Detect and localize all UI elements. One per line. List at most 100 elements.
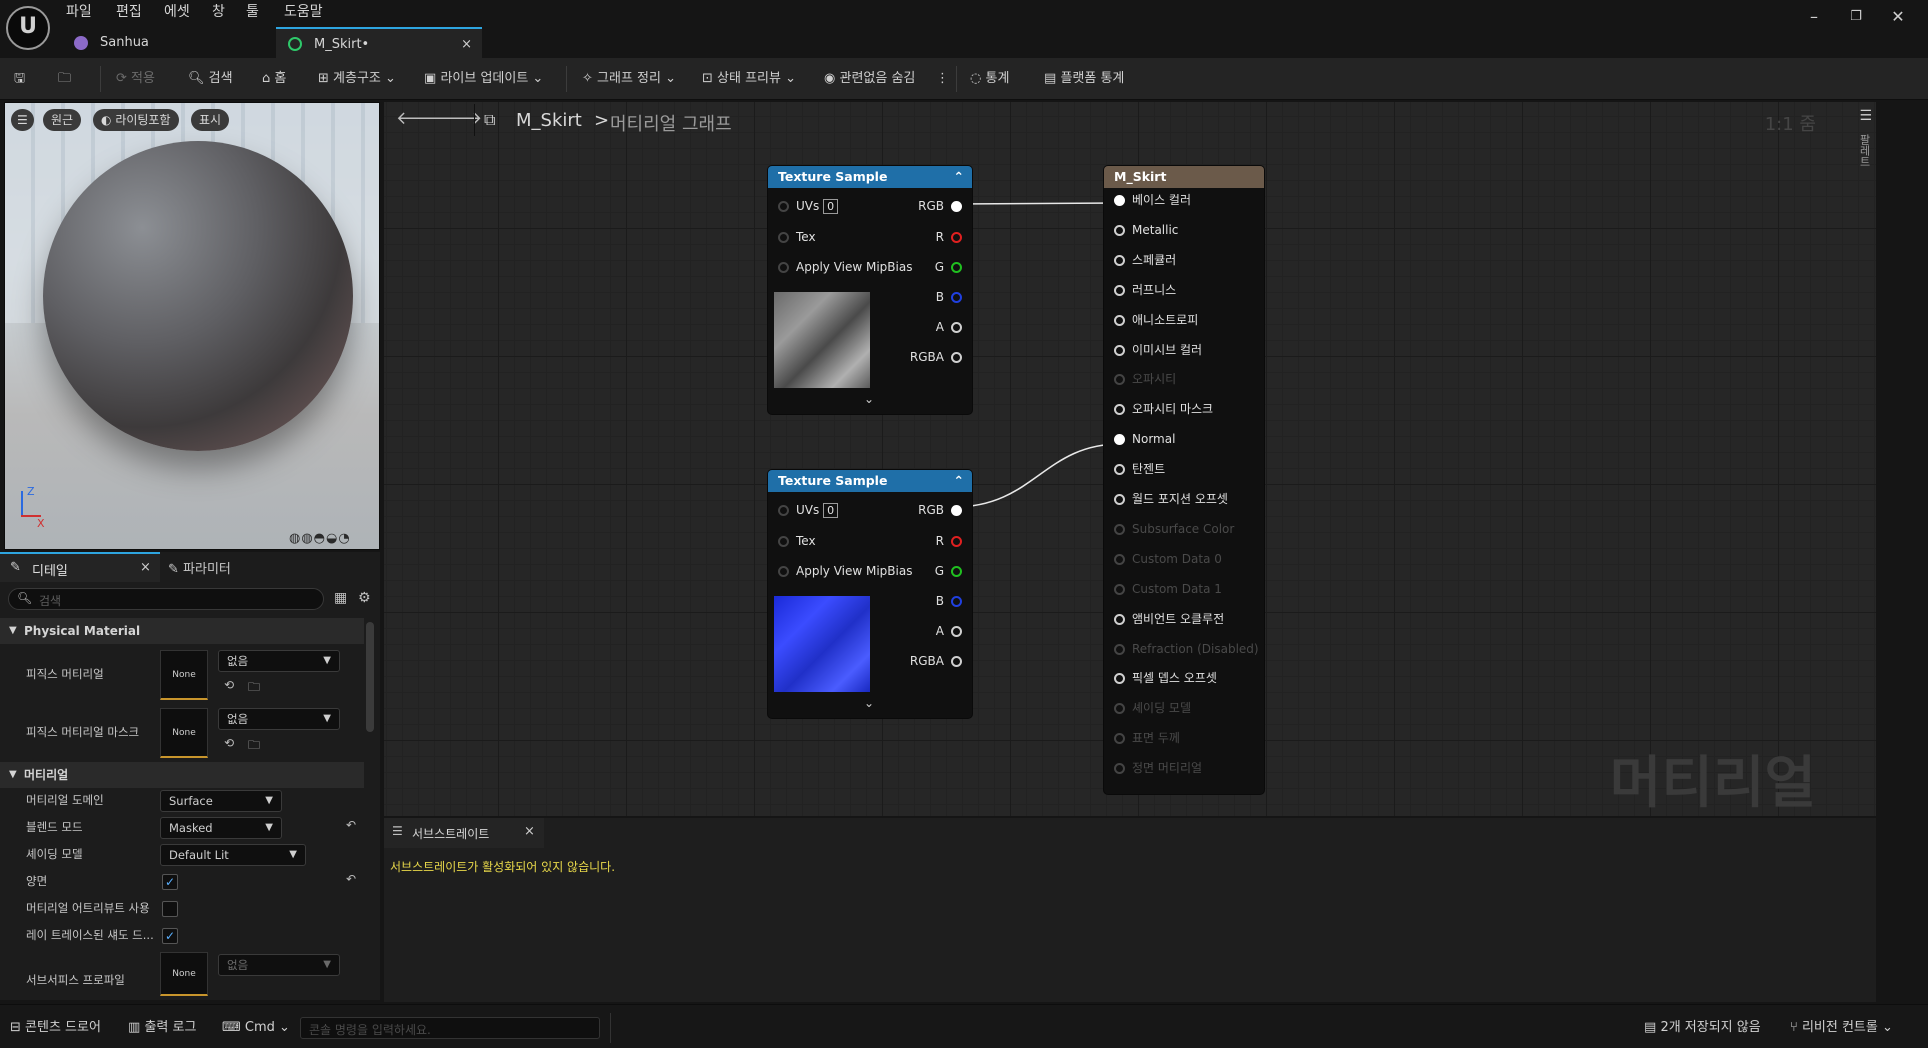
unsaved-indicator[interactable]: ▤ 2개 저장되지 않음: [1644, 1017, 1761, 1039]
menu-file[interactable]: 파일: [66, 1, 92, 23]
result-pin[interactable]: 앰비언트 오클루전: [1114, 609, 1224, 629]
material-graph-canvas[interactable]: 🡐 🡒 ⧉ M_Skirt > 머티리얼 그래프 1:1 줌 머티리얼 Text…: [384, 102, 1876, 816]
pin-rgb[interactable]: RGB: [902, 500, 962, 520]
texture-sample-node-normal[interactable]: Texture Sample ⌃ UVs 0 Tex Apply View Mip…: [768, 470, 972, 718]
tab-details[interactable]: ✎ 디테일 ×: [0, 552, 160, 582]
pin-b[interactable]: B: [902, 591, 962, 611]
expand-chevron-icon[interactable]: ⌄: [864, 696, 874, 710]
pin-g[interactable]: G: [902, 257, 962, 277]
show-button[interactable]: 표시: [191, 109, 230, 131]
content-drawer-button[interactable]: ⊟ 콘텐츠 드로어: [10, 1017, 101, 1039]
details-search-input[interactable]: 🔍︎ 검색: [8, 588, 324, 610]
scrollbar[interactable]: [366, 622, 374, 732]
pin-apply-view-mipbias[interactable]: Apply View MipBias: [778, 561, 912, 581]
result-pin[interactable]: 표면 두께: [1114, 728, 1180, 748]
live-update-button[interactable]: ▣ 라이브 업데이트 ⌄: [424, 66, 543, 92]
browse-icon[interactable]: 🗀: [58, 66, 71, 92]
reset-icon[interactable]: ⟲: [224, 736, 234, 750]
preview-shape-icons[interactable]: ◍◍◓◒◔: [289, 531, 351, 546]
phys-mask-thumbnail[interactable]: None: [160, 708, 208, 758]
restore-icon[interactable]: ❐: [1842, 4, 1870, 30]
subsurface-profile-thumbnail[interactable]: None: [160, 952, 208, 996]
close-icon[interactable]: ×: [524, 824, 535, 839]
result-pin[interactable]: 정면 머티리얼: [1114, 758, 1202, 778]
result-pin[interactable]: Refraction (Disabled): [1114, 639, 1259, 659]
node-header[interactable]: Texture Sample ⌃: [768, 470, 972, 492]
stats-button[interactable]: ◌ 통계: [970, 66, 1009, 92]
perspective-button[interactable]: 원근: [43, 109, 82, 131]
reset-icon[interactable]: ⟲: [224, 678, 234, 692]
uv-index-input[interactable]: 0: [823, 199, 839, 214]
shading-model-dropdown[interactable]: Default Lit ▼: [160, 844, 306, 866]
preview-viewport[interactable]: ☰ 원근 ◐ 라이팅포함 표시 Z X ◍◍◓◒◔: [4, 102, 380, 550]
tab-sanhua[interactable]: Sanhua: [62, 27, 272, 58]
platform-stats-button[interactable]: ▤ 플랫폼 통계: [1044, 66, 1124, 92]
collapse-icon[interactable]: ⌃: [954, 166, 964, 188]
result-pin[interactable]: 오파시티 마스크: [1114, 399, 1213, 419]
texture-sample-node-basecolor[interactable]: Texture Sample ⌃ UVs 0 Tex Apply View Mip…: [768, 166, 972, 414]
menu-help[interactable]: 도움말: [284, 1, 323, 23]
reset-to-default-icon[interactable]: ↶: [346, 818, 356, 832]
pin-rgba[interactable]: RGBA: [892, 651, 962, 671]
hierarchy-button[interactable]: ⊞ 계층구조 ⌄: [318, 66, 396, 92]
menu-edit[interactable]: 편집: [116, 1, 142, 23]
result-pin[interactable]: 스페큘러: [1114, 250, 1176, 270]
home-button[interactable]: ⌂ 홈: [262, 66, 286, 92]
collapse-icon[interactable]: ⌃: [954, 470, 964, 492]
palette-menu-icon[interactable]: ☰: [1859, 108, 1872, 124]
pin-a[interactable]: A: [902, 621, 962, 641]
result-pin[interactable]: 러프니스: [1114, 280, 1176, 300]
node-header[interactable]: Texture Sample ⌃: [768, 166, 972, 188]
search-button[interactable]: 🔍︎ 검색: [188, 66, 233, 92]
close-window-icon[interactable]: ✕: [1884, 4, 1912, 30]
two-sided-checkbox[interactable]: ✓: [162, 874, 178, 890]
section-physical-material[interactable]: ▼ Physical Material: [0, 618, 364, 644]
palette-side-tab[interactable]: 팔레트: [1854, 134, 1872, 167]
result-pin[interactable]: Subsurface Color: [1114, 519, 1234, 539]
subsurface-profile-dropdown[interactable]: 없음 ▼: [218, 954, 340, 976]
result-pin[interactable]: 오파시티: [1114, 369, 1176, 389]
cmd-dropdown[interactable]: ⌨ Cmd ⌄: [222, 1017, 290, 1039]
result-pin[interactable]: 셰이딩 모델: [1114, 698, 1191, 718]
pin-rgba[interactable]: RGBA: [892, 347, 962, 367]
reset-to-default-icon[interactable]: ↶: [346, 872, 356, 886]
tab-substrate[interactable]: ☰ 서브스트레이트 ×: [384, 818, 544, 848]
tab-m-skirt[interactable]: M_Skirt• ×: [276, 27, 482, 58]
pin-b[interactable]: B: [902, 287, 962, 307]
result-pin[interactable]: 베이스 컬러: [1114, 190, 1191, 210]
tab-parameters[interactable]: ✎ 파라미터: [168, 558, 231, 577]
close-icon[interactable]: ×: [461, 29, 472, 60]
graph-cleanup-button[interactable]: ✧ 그래프 정리 ⌄: [582, 66, 676, 92]
blend-mode-dropdown[interactable]: Masked ▼: [160, 817, 282, 839]
lit-button[interactable]: ◐ 라이팅포함: [93, 109, 179, 131]
state-preview-button[interactable]: ⊡ 상태 프리뷰 ⌄: [702, 66, 796, 92]
section-material[interactable]: ▼ 머티리얼: [0, 762, 364, 788]
phys-mask-dropdown[interactable]: 없음 ▼: [218, 708, 340, 730]
result-pin[interactable]: 탄젠트: [1114, 459, 1165, 479]
close-icon[interactable]: ×: [140, 560, 151, 575]
console-input[interactable]: 콘솔 명령을 입력하세요.: [300, 1017, 600, 1039]
domain-dropdown[interactable]: Surface ▼: [160, 790, 282, 812]
pin-r[interactable]: R: [902, 227, 962, 247]
browse-folder-icon[interactable]: 🗀: [248, 736, 260, 757]
minimize-icon[interactable]: –: [1800, 4, 1828, 30]
pin-r[interactable]: R: [902, 531, 962, 551]
phys-material-dropdown[interactable]: 없음 ▼: [218, 650, 340, 672]
node-header[interactable]: M_Skirt: [1104, 166, 1264, 188]
pin-tex[interactable]: Tex: [778, 531, 816, 551]
save-icon[interactable]: 🖫: [14, 66, 25, 92]
menu-tools[interactable]: 툴: [246, 1, 259, 23]
result-pin[interactable]: 픽셀 뎁스 오프셋: [1114, 668, 1217, 688]
more-options-icon[interactable]: ⋮: [936, 66, 949, 92]
result-pin[interactable]: Custom Data 1: [1114, 579, 1222, 599]
pin-g[interactable]: G: [902, 561, 962, 581]
ray-traced-shadows-checkbox[interactable]: ✓: [162, 928, 178, 944]
viewport-menu-icon[interactable]: ☰: [11, 109, 34, 131]
result-pin[interactable]: Custom Data 0: [1114, 549, 1222, 569]
expand-chevron-icon[interactable]: ⌄: [864, 392, 874, 406]
settings-icon[interactable]: ⚙: [358, 590, 371, 606]
menu-asset[interactable]: 에셋: [164, 1, 190, 23]
result-pin[interactable]: Normal: [1114, 429, 1175, 449]
revision-control-button[interactable]: ⑂ 리비전 컨트롤 ⌄: [1790, 1017, 1893, 1039]
phys-material-thumbnail[interactable]: None: [160, 650, 208, 700]
